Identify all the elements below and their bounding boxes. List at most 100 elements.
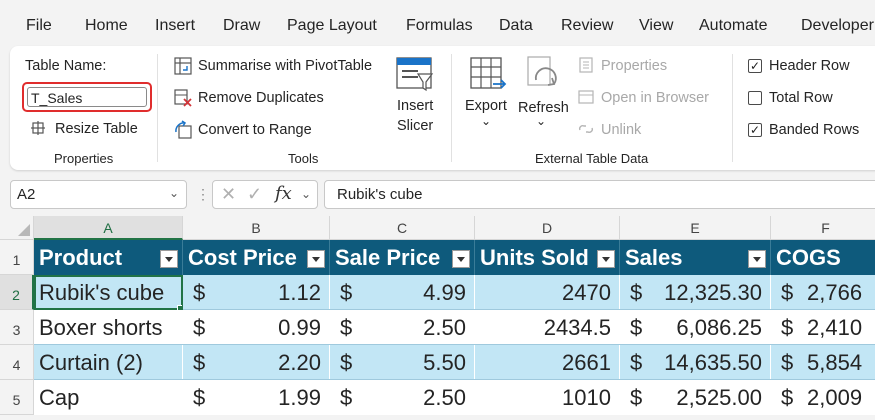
cell-value: 6,086.25 xyxy=(676,315,762,340)
total-row-check-icon xyxy=(748,91,762,105)
table-cell-sales[interactable]: $2,525.00 xyxy=(620,380,771,415)
menu-data[interactable]: Data xyxy=(499,17,533,35)
table-cell-sale[interactable]: $2.50 xyxy=(330,380,475,415)
table-header-cell[interactable]: Units Sold xyxy=(475,240,620,275)
row-header-1[interactable]: 1 xyxy=(0,240,34,275)
remove-duplicates-icon xyxy=(174,89,192,107)
row-header-2[interactable]: 2 xyxy=(0,275,34,310)
menu-review[interactable]: Review xyxy=(561,17,613,35)
table-cell-sale[interactable]: $5.50 xyxy=(330,345,475,380)
cell-text: Curtain (2) xyxy=(39,350,143,375)
table-header-cell[interactable]: Product xyxy=(34,240,183,275)
sheet-grid: A B C D E F 1 2 3 4 5 Product Cost Price… xyxy=(0,216,875,415)
table-cell-units[interactable]: 2661 xyxy=(475,345,620,380)
name-box[interactable]: A2 ⌄ xyxy=(10,180,187,209)
filter-dropdown-icon[interactable] xyxy=(307,250,325,268)
menu-automate[interactable]: Automate xyxy=(699,17,767,35)
table-cell-cost[interactable]: $2.20 xyxy=(183,345,330,380)
currency-symbol: $ xyxy=(781,315,794,340)
table-cell-units[interactable]: 2434.5 xyxy=(475,310,620,345)
row-header-3[interactable]: 3 xyxy=(0,310,34,345)
row-header-5[interactable]: 5 xyxy=(0,380,34,415)
header-sales: Sales xyxy=(625,245,683,270)
table-cell-units[interactable]: 1010 xyxy=(475,380,620,415)
table-cell-units[interactable]: 2470 xyxy=(475,275,620,310)
open-in-browser-label: Open in Browser xyxy=(601,90,709,106)
formula-bar: A2 ⌄ ⋮ ✕ ✓ fx ⌄ Rubik's cube xyxy=(0,176,875,214)
insert-function-icon[interactable]: fx xyxy=(275,183,292,204)
table-cell-sales[interactable]: $6,086.25 xyxy=(620,310,771,345)
row-divider xyxy=(34,344,875,345)
table-cell-cogs[interactable]: $2,009 xyxy=(771,380,875,415)
menu-page-layout[interactable]: Page Layout xyxy=(287,17,377,35)
table-cell-sales[interactable]: $14,635.50 xyxy=(620,345,771,380)
column-header-b[interactable]: B xyxy=(183,216,330,240)
more-options-icon[interactable]: ⋮ xyxy=(196,186,210,203)
menu-bar: File Home Insert Draw Page Layout Formul… xyxy=(0,0,875,48)
column-header-c[interactable]: C xyxy=(330,216,475,240)
table-cell-product[interactable]: Cap xyxy=(34,380,183,415)
fill-handle[interactable] xyxy=(177,305,182,310)
cell-value: 2.20 xyxy=(278,350,321,375)
table-cell-product[interactable]: Rubik's cube xyxy=(34,275,183,310)
table-cell-cost[interactable]: $1.99 xyxy=(183,380,330,415)
filter-dropdown-icon[interactable] xyxy=(597,250,615,268)
cell-value: 1010 xyxy=(562,385,611,410)
header-sale-price: Sale Price xyxy=(335,245,441,270)
currency-symbol: $ xyxy=(781,385,794,410)
table-cell-cogs[interactable]: $2,410 xyxy=(771,310,875,345)
refresh-icon xyxy=(527,56,557,86)
table-cell-cogs[interactable]: $5,854 xyxy=(771,345,875,380)
table-header-cell[interactable]: Sales xyxy=(620,240,771,275)
column-header-a[interactable]: A xyxy=(34,216,183,240)
menu-insert[interactable]: Insert xyxy=(155,17,195,35)
table-cell-cost[interactable]: $0.99 xyxy=(183,310,330,345)
total-row-label: Total Row xyxy=(769,90,833,106)
remove-duplicates-label: Remove Duplicates xyxy=(198,90,324,106)
table-cell-product[interactable]: Boxer shorts xyxy=(34,310,183,345)
select-all-corner[interactable] xyxy=(0,216,34,240)
column-header-d[interactable]: D xyxy=(475,216,620,240)
group-separator xyxy=(451,54,452,162)
group-separator xyxy=(157,54,158,162)
table-cell-sale[interactable]: $2.50 xyxy=(330,310,475,345)
table-header-cell[interactable]: COGS xyxy=(771,240,875,275)
cell-value: 2,525.00 xyxy=(676,385,762,410)
table-header-cell[interactable]: Cost Price xyxy=(183,240,330,275)
summarise-pivot-label: Summarise with PivotTable xyxy=(198,58,373,74)
menu-file[interactable]: File xyxy=(26,17,52,35)
menu-view[interactable]: View xyxy=(639,17,673,35)
ribbon: Table Name: T_Sales Resize Table Propert… xyxy=(10,46,875,170)
table-cell-cost[interactable]: $1.12 xyxy=(183,275,330,310)
filter-dropdown-icon[interactable] xyxy=(160,250,178,268)
filter-dropdown-icon[interactable] xyxy=(748,250,766,268)
table-cell-cogs[interactable]: $2,766 xyxy=(771,275,875,310)
column-header-f[interactable]: F xyxy=(771,216,875,240)
menu-home[interactable]: Home xyxy=(85,17,128,35)
menu-formulas[interactable]: Formulas xyxy=(406,17,473,35)
fx-chevron-icon[interactable]: ⌄ xyxy=(301,187,311,201)
table-cell-sales[interactable]: $12,325.30 xyxy=(620,275,771,310)
menu-developer[interactable]: Developer xyxy=(801,17,874,35)
enter-icon[interactable]: ✓ xyxy=(247,184,262,205)
resize-table-label: Resize Table xyxy=(55,121,138,137)
currency-symbol: $ xyxy=(630,385,643,410)
column-header-e[interactable]: E xyxy=(620,216,771,240)
table-cell-product[interactable]: Curtain (2) xyxy=(34,345,183,380)
group-separator xyxy=(732,54,733,162)
filter-dropdown-icon[interactable] xyxy=(452,250,470,268)
currency-symbol: $ xyxy=(340,280,353,305)
export-chevron-icon: ⌄ xyxy=(481,114,492,128)
table-name-input[interactable]: T_Sales xyxy=(27,87,147,107)
cancel-icon[interactable]: ✕ xyxy=(221,184,236,205)
cell-value: 2434.5 xyxy=(543,315,611,340)
formula-input[interactable]: Rubik's cube xyxy=(324,180,875,209)
row-header-4[interactable]: 4 xyxy=(0,345,34,380)
table-header-cell[interactable]: Sale Price xyxy=(330,240,475,275)
table-cell-sale[interactable]: $4.99 xyxy=(330,275,475,310)
tools-group-label: Tools xyxy=(288,151,319,166)
menu-draw[interactable]: Draw xyxy=(223,17,260,35)
insert-slicer-label-1: Insert xyxy=(397,98,434,114)
currency-symbol: $ xyxy=(193,280,206,305)
header-row-label: Header Row xyxy=(769,58,850,74)
